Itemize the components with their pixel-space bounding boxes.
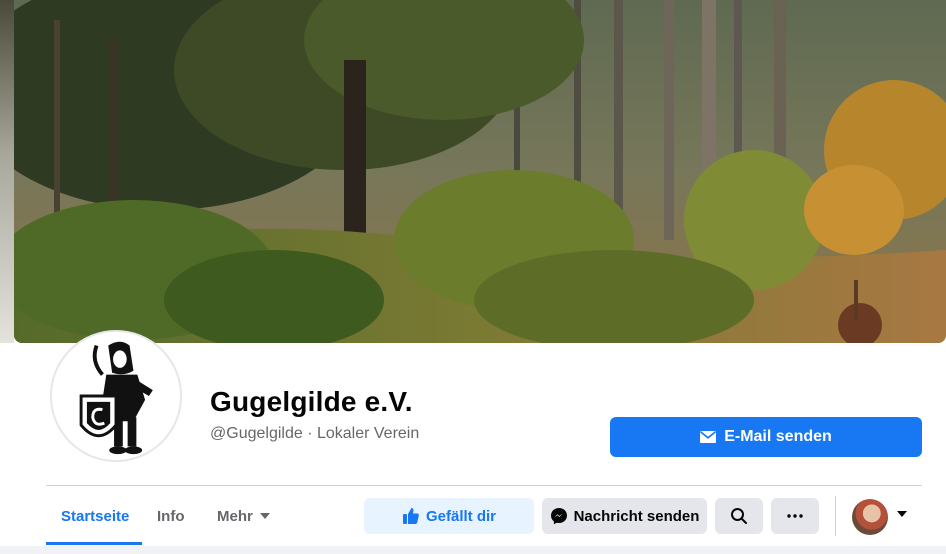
toolbar-separator: [835, 496, 836, 536]
envelope-icon: [700, 431, 717, 443]
tab-label: Info: [157, 507, 185, 525]
tab-label: Mehr: [217, 507, 253, 525]
active-tab-indicator: [46, 542, 142, 545]
more-dots-icon: [787, 514, 803, 518]
search-icon: [731, 508, 747, 524]
page-title: Gugelgilde e.V.: [210, 386, 413, 417]
send-message-label: Nachricht senden: [573, 507, 700, 525]
user-avatar[interactable]: [852, 499, 888, 535]
tab-label: Startseite: [61, 507, 130, 525]
page-handle-category: @Gugelgilde · Lokaler Verein: [210, 425, 420, 442]
header-divider: [46, 485, 922, 486]
knight-shield-logo: [52, 332, 180, 460]
search-button[interactable]: [715, 498, 763, 534]
more-options-button[interactable]: [771, 498, 819, 534]
page-background-strip: [0, 546, 946, 554]
like-button[interactable]: Gefällt dir: [364, 498, 534, 534]
account-menu-caret-icon[interactable]: [896, 510, 908, 518]
thumbs-up-icon: [402, 508, 419, 524]
send-message-button[interactable]: Nachricht senden: [542, 498, 707, 534]
email-send-label: E-Mail senden: [724, 428, 832, 445]
messenger-icon: [550, 508, 567, 525]
tab-info[interactable]: Info: [157, 500, 185, 532]
cover-photo[interactable]: [14, 0, 946, 343]
caret-down-icon: [259, 513, 270, 519]
window-edge: [0, 0, 14, 343]
profile-picture[interactable]: [50, 330, 182, 462]
forest-cover-image: [14, 0, 946, 343]
tab-mehr[interactable]: Mehr: [217, 500, 271, 532]
email-send-button[interactable]: E-Mail senden: [610, 417, 922, 457]
tab-startseite[interactable]: Startseite: [61, 500, 129, 532]
like-label: Gefällt dir: [425, 507, 496, 525]
